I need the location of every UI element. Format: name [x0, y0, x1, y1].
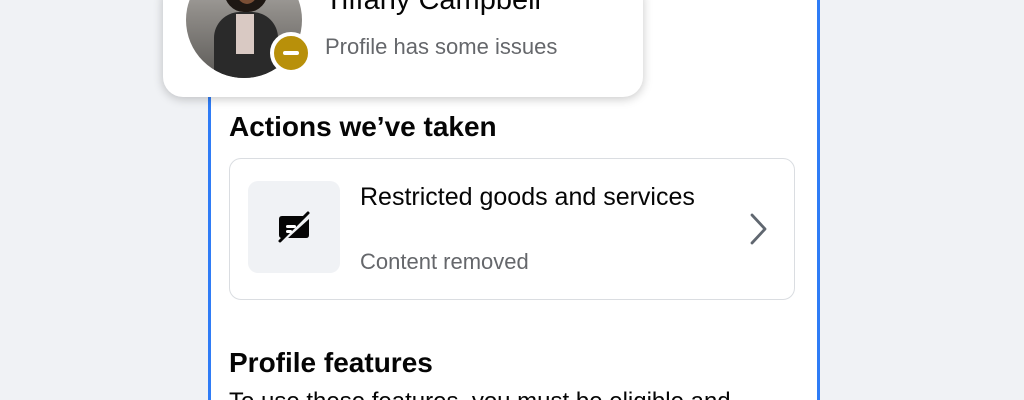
- action-item-restricted-goods[interactable]: Restricted goods and services Content re…: [229, 158, 795, 300]
- minus-icon: [283, 51, 299, 55]
- screen: Tiffany Campbell Profile has some issues…: [0, 0, 1024, 400]
- actions-section-title: Actions we’ve taken: [229, 111, 497, 142]
- restricted-card-icon: [278, 211, 311, 244]
- profile-status: Profile has some issues: [325, 34, 558, 59]
- action-icon-box: [248, 181, 340, 273]
- avatar-shirt: [236, 14, 254, 54]
- profile-card[interactable]: Tiffany Campbell Profile has some issues: [163, 0, 643, 97]
- profile-name: Tiffany Campbell: [325, 0, 541, 16]
- features-section-title: Profile features: [229, 347, 433, 378]
- action-item-subtitle: Content removed: [360, 249, 529, 274]
- action-item-title: Restricted goods and services: [360, 183, 695, 211]
- features-description: To use these features, you must be eligi…: [229, 388, 731, 400]
- status-badge: [270, 32, 312, 74]
- chevron-right-icon: [750, 213, 767, 245]
